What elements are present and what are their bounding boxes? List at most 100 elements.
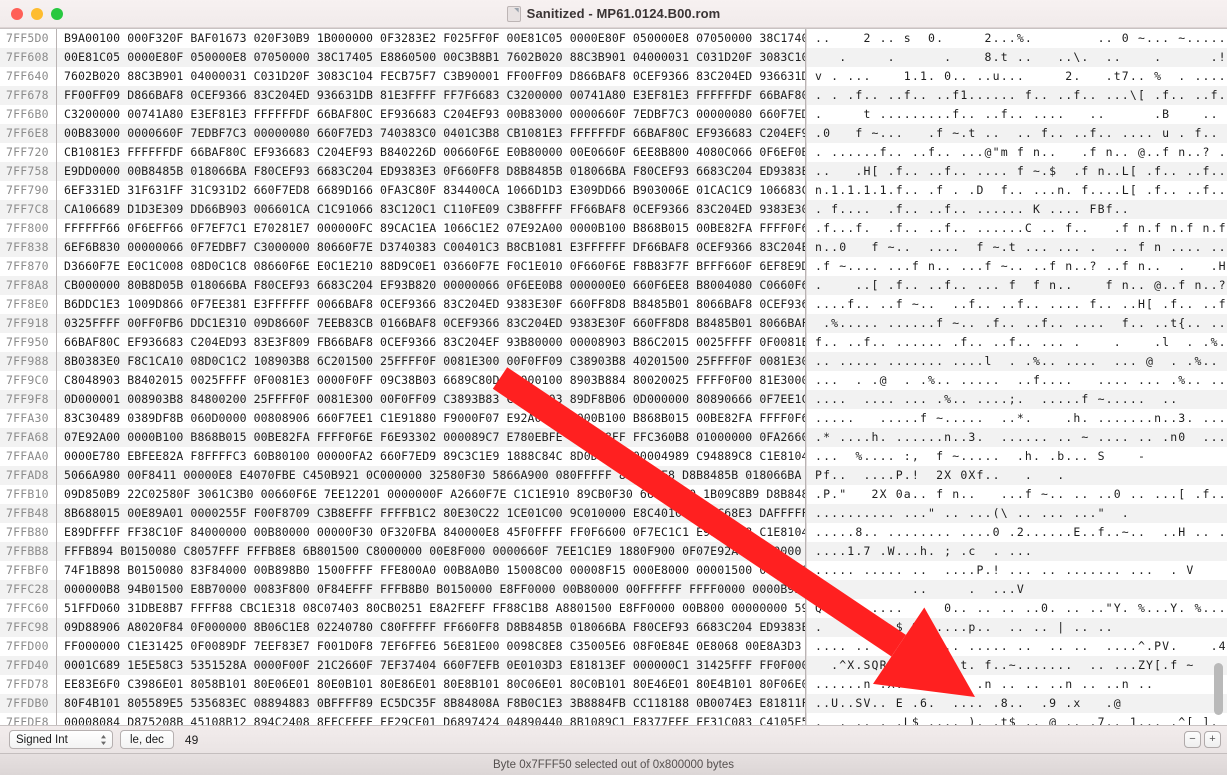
ascii-row[interactable]: . . .. . .L$ .... ). .t$ .. @ .. .7.. 1.… [807, 713, 1227, 725]
hex-bytes[interactable]: EE83E6F0 C3986E01 8058B101 80E06E01 80E0… [56, 675, 805, 694]
hex-bytes[interactable]: 09D88906 A8020F84 0F000000 8B06C1E8 0224… [56, 618, 805, 637]
hex-row[interactable]: 7FFA68 07E92A00 0000B100 B868B015 00BE82F… [0, 428, 805, 447]
ascii-row[interactable]: .P." 2X 0a.. f n.. ...f ~.. .. ..0 .. ..… [807, 485, 1227, 504]
hex-bytes[interactable]: 00B83000 0000660F 7EDBF7C3 00000080 660F… [56, 124, 805, 143]
hex-bytes[interactable]: 51FFD060 31DBE8B7 FFFF88 CBC1E318 08C074… [56, 599, 805, 618]
hex-bytes[interactable]: 80F4B101 805589E5 535683EC 08894883 0BFF… [56, 694, 805, 713]
hex-row[interactable]: 7FF720 CB1081E3 FFFFFFDF 66BAF80C EF93668… [0, 143, 805, 162]
ascii-text[interactable]: .^X.SQR. .!f..~.t. f..~....... .. ...ZY[… [807, 658, 1194, 672]
hex-bytes[interactable]: B9A00100 000F320F BAF01673 020F30B9 1B00… [56, 29, 805, 48]
hex-bytes[interactable]: C3200000 00741A80 E3EF81E3 FFFFFFDF 66BA… [56, 105, 805, 124]
ascii-row[interactable]: .. 2 .. s 0. 2...%. .. 0 ~... ~..... .. [807, 29, 1227, 48]
hex-bytes[interactable]: B6DDC1E3 1009D866 0F7EE381 E3FFFFFF 0066… [56, 295, 805, 314]
hex-row[interactable]: 7FF5D0 B9A00100 000F320F BAF01673 020F30B… [0, 29, 805, 48]
hex-row[interactable]: 7FF870 D3660F7E E0C1C008 08D0C1C8 08660F6… [0, 257, 805, 276]
hex-row[interactable]: 7FFB48 8B688015 00E89A01 0000255F F00F870… [0, 504, 805, 523]
ascii-text[interactable]: .%..... ......f ~.. .f.. ..f.. .... f.. … [807, 316, 1227, 330]
ascii-text[interactable]: ... %.... :, f ~..... .h. .b... S - [807, 449, 1146, 463]
hex-bytes[interactable]: CB000000 80B8D05B 018066BA F80CEF93 6683… [56, 276, 805, 295]
ascii-text[interactable]: Q..`1...... 0.. .. .. ..0. .. .."Y. %...… [807, 601, 1227, 615]
ascii-row[interactable]: Pf.. ....P.! 2X 0Xf.. . . [807, 466, 1227, 485]
ascii-text[interactable]: . ..[ .f.. ..f.. ... f f n.. f n.. @..f … [807, 278, 1227, 292]
ascii-row[interactable]: f.. ..f.. ...... .f.. ..f.. ... . . .l .… [807, 333, 1227, 352]
ascii-text[interactable]: . . . 8.t .. ..\. .. . .! .y 2< [807, 50, 1227, 64]
ascii-row[interactable]: .... .... ... .%.. ....;. .....f ~..... … [807, 390, 1227, 409]
ascii-text[interactable]: Pf.. ....P.! 2X 0Xf.. . . [807, 468, 1065, 482]
hex-row[interactable]: 7FFB80 E89DFFFF FF38C10F 84000000 00B8000… [0, 523, 805, 542]
hex-row[interactable]: 7FFAA0 0000E780 EBFEE82A F8FFFFC3 60B8010… [0, 447, 805, 466]
hex-bytes[interactable]: 0001C689 1E5E58C3 5351528A 0000F00F 21C2… [56, 656, 805, 675]
hex-row[interactable]: 7FF9C0 C8048903 B8402015 0025FFFF 0F0081E… [0, 371, 805, 390]
hex-row[interactable]: 7FFDE8 00008084 D875208B 45108B12 894C240… [0, 713, 805, 725]
hex-row[interactable]: 7FFB10 09D850B9 22C02580F 3061C3B0 00660F… [0, 485, 805, 504]
ascii-text[interactable]: .. .H[ .f.. ..f.. .... f ~.$ .f n..L[ .f… [807, 164, 1227, 178]
hex-bytes[interactable]: E89DFFFF FF38C10F 84000000 00B80000 0000… [56, 523, 805, 542]
hex-row[interactable]: 7FF640 7602B020 88C3B901 04000031 C031D20… [0, 67, 805, 86]
ascii-text[interactable]: . . .f.. ..f.. ..f1...... f.. ..f.. ...\… [807, 88, 1227, 102]
ascii-row[interactable]: . ......f.. ..f.. ...@"m f n.. .f n.. @.… [807, 143, 1227, 162]
ascii-text[interactable]: ....1.7 .W...h. ; .c . ... [807, 544, 1033, 558]
hex-row[interactable]: 7FFC28 000000B8 94B01500 E8B70000 0083F80… [0, 580, 805, 599]
hex-bytes[interactable]: 8B688015 00E89A01 0000255F F00F8709 C3B8… [56, 504, 805, 523]
hex-bytes[interactable]: 0D000001 008903B8 84800200 25FFFF0F 0081… [56, 390, 805, 409]
ascii-row[interactable]: .....8.. ........ ....0 .2......E..f..~.… [807, 523, 1227, 542]
ascii-row[interactable]: . ..[ .f.. ..f.. ... f f n.. f n.. @..f … [807, 276, 1227, 295]
hex-row[interactable]: 7FF8A8 CB000000 80B8D05B 018066BA F80CEF9… [0, 276, 805, 295]
hex-row[interactable]: 7FFBF0 74F1B898 B0150080 83F84000 00B898B… [0, 561, 805, 580]
hex-row[interactable]: 7FF7C8 CA106689 D1D3E309 DD66B903 006601C… [0, 200, 805, 219]
ascii-row[interactable]: .. ..... ....... ....l . .%.. .... ... @… [807, 352, 1227, 371]
hex-row[interactable]: 7FF790 6EF331ED 31F631FF 31C931D2 660F7ED… [0, 181, 805, 200]
ascii-row[interactable]: Q..`1...... 0.. .. .. ..0. .. .."Y. %...… [807, 599, 1227, 618]
hex-bytes[interactable]: FFFFFF66 0F6EFF66 0F7EF7C1 E70281E7 0000… [56, 219, 805, 238]
hex-row[interactable]: 7FF6E8 00B83000 0000660F 7EDBF7C3 0000008… [0, 124, 805, 143]
hex-bytes[interactable]: 5066A980 00F8411 00000E8 E4070FBE C450B9… [56, 466, 805, 485]
hex-bytes[interactable]: 00E81C05 0000E80F 050000E8 07050000 38C1… [56, 48, 805, 67]
hex-row[interactable]: 7FF918 0325FFFF 00FF0FB6 DDC1E310 09D8660… [0, 314, 805, 333]
ascii-text[interactable]: n..0 f ~.. .... f ~.t ... ... . .. f n .… [807, 240, 1227, 254]
hex-row[interactable]: 7FFD00 FF000000 C1E31425 0F0089DF 7EEF83E… [0, 637, 805, 656]
ascii-text[interactable]: .P." 2X 0a.. f n.. ...f ~.. .. ..0 .. ..… [807, 487, 1227, 501]
ascii-text[interactable]: . f.... .f.. ..f.. ...... K .... FBf.. [807, 202, 1130, 216]
ascii-row[interactable]: ....f.. ..f ~.. ..f.. ..f.. .... f.. ..H… [807, 295, 1227, 314]
hex-row[interactable]: 7FF950 66BAF80C EF936683 C204ED93 83E3F80… [0, 333, 805, 352]
hex-bytes[interactable]: 00008084 D875208B 45108B12 894C2408 8EFC… [56, 713, 805, 725]
ascii-text[interactable]: . ......f.. ..f.. ...@"m f n.. .f n.. @.… [807, 145, 1227, 159]
zoom-in-button[interactable]: + [1204, 731, 1221, 748]
ascii-row[interactable]: n.1.1.1.1.f.. .f . .D f.. ...n. f....L[ … [807, 181, 1227, 200]
minimize-button[interactable] [31, 7, 43, 20]
hex-bytes[interactable]: 09D850B9 22C02580F 3061C3B0 00660F6E 7EE… [56, 485, 805, 504]
hex-bytes[interactable]: 6EF6B830 00000066 0F7EDBF7 C3000000 8066… [56, 238, 805, 257]
ascii-row[interactable]: .^X.SQR. .!f..~.t. f..~....... .. ...ZY[… [807, 656, 1227, 675]
ascii-text[interactable]: .......... ..." .. ...(\ .. ... ..." . [807, 506, 1130, 520]
ascii-text[interactable]: . . .. . .L$ .... ). .t$ .. @ .. .7.. 1.… [807, 715, 1227, 725]
ascii-text[interactable]: .... .. .... .... ..... .. .. .. ....^.P… [807, 639, 1227, 653]
ascii-row[interactable]: . t .........f.. ..f.. .... .. .B .. .6 [807, 105, 1227, 124]
ascii-text[interactable]: .0 f ~... .f ~.t .. .. f.. ..f.. .... u … [807, 126, 1227, 140]
ascii-text[interactable]: ..U..SV.. E .6. .... .8.. .9 .x .@ [807, 696, 1122, 710]
hex-row[interactable]: 7FFD78 EE83E6F0 C3986E01 8058B101 80E06E0… [0, 675, 805, 694]
zoom-out-button[interactable]: − [1184, 731, 1201, 748]
hex-row[interactable]: 7FF608 00E81C05 0000E80F 050000E8 0705000… [0, 48, 805, 67]
scrollbar-thumb[interactable] [1214, 663, 1223, 715]
ascii-row[interactable]: .. .H[ .f.. ..f.. .... f ~.$ .f n..L[ .f… [807, 162, 1227, 181]
ascii-text[interactable]: . .... $ 8 .....p.. .. .. | .. .. [807, 620, 1114, 634]
hex-bytes[interactable]: 000000B8 94B01500 E8B70000 0083F800 0F84… [56, 580, 805, 599]
hex-bytes[interactable]: CA106689 D1D3E309 DD66B903 006601CA C1C9… [56, 200, 805, 219]
hex-row[interactable]: 7FF800 FFFFFF66 0F6EFF66 0F7EF7C1 E70281E… [0, 219, 805, 238]
ascii-text[interactable]: ......n .X. ...n .. .n .. .. ..n .. ..n … [807, 677, 1154, 691]
ascii-text[interactable]: .. ..... ....... ....l . .%.. .... ... @… [807, 354, 1227, 368]
hex-row[interactable]: 7FFDB0 80F4B101 805589E5 535683EC 0889488… [0, 694, 805, 713]
hex-row[interactable]: 7FFD40 0001C689 1E5E58C3 5351528A 0000F00… [0, 656, 805, 675]
ascii-text[interactable]: .. 2 .. s 0. 2...%. .. 0 ~... ~..... .. [807, 31, 1227, 45]
hex-bytes[interactable]: 74F1B898 B0150080 83F84000 00B898B0 1500… [56, 561, 805, 580]
ascii-row[interactable]: .%..... ......f ~.. .f.. ..f.. .... f.. … [807, 314, 1227, 333]
ascii-text[interactable]: ..... .....f ~..... ..*. .h. .......n..3… [807, 411, 1227, 425]
ascii-row[interactable]: ..... ..... .. ....P.! ... .. ....... ..… [807, 561, 1227, 580]
hex-bytes[interactable]: 07E92A00 0000B100 B868B015 00BE82FA FFFF… [56, 428, 805, 447]
hex-row[interactable]: 7FFA30 83C30489 0389DF8B 060D0000 0080890… [0, 409, 805, 428]
hex-row[interactable]: 7FFAD8 5066A980 00F8411 00000E8 E4070FBE … [0, 466, 805, 485]
ascii-row[interactable]: .f...f. .f.. ..f.. ......C .. f.. .f n.f… [807, 219, 1227, 238]
hex-row[interactable]: 7FF758 E9DD0000 00B8485B 018066BA F80CEF9… [0, 162, 805, 181]
hex-row[interactable]: 7FF9F8 0D000001 008903B8 84800200 25FFFF0… [0, 390, 805, 409]
hex-bytes[interactable]: 0325FFFF 00FF0FB6 DDC1E310 09D8660F 7EEB… [56, 314, 805, 333]
